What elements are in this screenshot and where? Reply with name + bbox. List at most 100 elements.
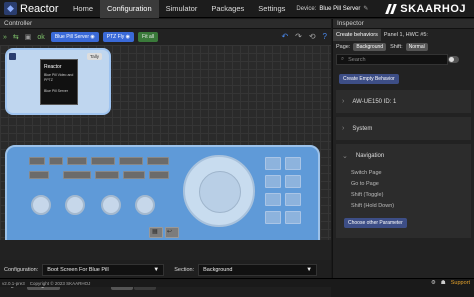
device-name: Blue Pill Server <box>319 5 361 12</box>
copyright: Copyright © 2023 SKAARHOJ <box>29 280 91 286</box>
inspector-shift-pill[interactable]: Normal <box>405 42 428 51</box>
panel-button[interactable] <box>285 157 301 170</box>
chevron-down-icon: ⌄ <box>342 152 348 160</box>
tab-panel-hwc[interactable]: Panel 1, HWC #5: <box>381 32 431 38</box>
panel-key[interactable] <box>29 171 49 179</box>
chevron-down-icon: ▼ <box>153 267 160 273</box>
controller-canvas[interactable]: Tally Reactor Blue Pill Video and PPTZ B… <box>0 45 331 240</box>
user-icon[interactable]: ☗ <box>441 280 446 286</box>
section-navigation-header[interactable]: ⌄ Navigation <box>336 144 471 167</box>
joystick-wheel[interactable] <box>183 155 255 227</box>
panel-button[interactable] <box>265 157 281 170</box>
behavior-search[interactable]: ⌕ Search <box>336 54 459 65</box>
mini-screen: Reactor Blue Pill Video and PPTZ Blue Pi… <box>40 59 78 105</box>
section-navigation-title: Navigation <box>355 152 385 159</box>
link-icon[interactable]: ⇆ <box>13 33 19 41</box>
panel-key[interactable] <box>95 171 119 179</box>
mini-panel-preview[interactable]: Tally Reactor Blue Pill Video and PPTZ B… <box>5 48 111 115</box>
history-icon[interactable]: ⟲ <box>309 32 316 41</box>
section-select[interactable]: Background ▼ <box>198 264 318 276</box>
panel-button[interactable] <box>285 175 301 188</box>
section-aw-ue150-title: AW-UE150 ID: 1 <box>352 98 397 105</box>
nav-packages[interactable]: Packages <box>204 0 251 18</box>
encoder-knob[interactable] <box>101 195 121 215</box>
nav-configuration[interactable]: Configuration <box>100 0 159 18</box>
filter-toggle[interactable] <box>448 56 459 63</box>
grid-icon: ▦ <box>152 229 158 235</box>
encoder-knob[interactable] <box>65 195 85 215</box>
gear-icon[interactable]: ⚙ <box>431 280 436 286</box>
panel-button[interactable] <box>265 175 281 188</box>
panel-key[interactable] <box>49 157 63 165</box>
ptz-fly-button[interactable]: PTZ Fly ◉ <box>102 32 135 42</box>
inspector-page-pill[interactable]: Background <box>353 42 387 51</box>
support-link[interactable]: Support <box>451 280 470 286</box>
panel-button[interactable] <box>285 211 301 224</box>
edit-icon[interactable]: ✎ <box>363 5 368 12</box>
version: v2.0.1-pre3 <box>2 280 25 286</box>
configuration-label: Configuration: <box>4 267 39 273</box>
help-icon[interactable]: ? <box>323 32 327 41</box>
panel-key[interactable] <box>147 157 169 165</box>
device-button[interactable]: Blue Pill Server ◉ <box>50 32 99 42</box>
skaarhoj-symbol-icon <box>385 3 397 15</box>
encoder-knob[interactable] <box>135 195 155 215</box>
ptz-fly-label: PTZ Fly <box>106 34 125 40</box>
panel-key[interactable] <box>29 157 45 165</box>
main-panel-preview[interactable]: ↩ ▦ <box>5 145 320 240</box>
chevron-right-icon: › <box>342 98 345 105</box>
undo-icon[interactable]: ↶ <box>281 32 288 41</box>
section-system[interactable]: › System <box>336 117 471 140</box>
section-aw-ue150[interactable]: › AW-UE150 ID: 1 <box>336 90 471 113</box>
chevron-right-icon: › <box>342 125 345 132</box>
tally-button[interactable]: Tally <box>87 53 103 60</box>
panel-key[interactable] <box>91 157 115 165</box>
panel-button[interactable] <box>285 193 301 206</box>
inspector-panel: Inspector Create behaviors Panel 1, HWC … <box>332 19 474 278</box>
tab-create-behaviors[interactable]: Create behaviors <box>333 29 381 41</box>
nav-settings[interactable]: Settings <box>251 0 292 18</box>
section-value: Background <box>203 267 233 273</box>
create-empty-behavior-button[interactable]: Create Empty Behavior <box>339 74 399 84</box>
brand[interactable]: ◆ Reactor <box>0 2 66 15</box>
panel-key[interactable] <box>67 157 87 165</box>
choose-other-parameter-button[interactable]: Choose other Parameter <box>344 218 407 228</box>
reactor-logo-icon: ◆ <box>4 2 17 15</box>
panel-key[interactable] <box>123 171 145 179</box>
top-bar: ◆ Reactor Home Configuration Simulator P… <box>0 0 474 18</box>
toolbar-right-actions: ↶ ↷ ⟲ ? <box>274 32 327 41</box>
nav-home[interactable]: Home <box>66 0 100 18</box>
fit-all-button[interactable]: Fit all <box>138 32 158 42</box>
panel-button[interactable] <box>265 193 281 206</box>
configuration-value: Boot Screen For Blue Pill <box>47 267 109 273</box>
redo-icon[interactable]: ↷ <box>295 32 302 41</box>
controller-panel: Controller » ⇆ ▣ ok Blue Pill Server ◉ P… <box>0 19 331 297</box>
nav-simulator[interactable]: Simulator <box>159 0 205 18</box>
inspector-tabs: Create behaviors Panel 1, HWC #5: <box>333 29 474 41</box>
app-title: Reactor <box>20 2 59 15</box>
screen-title: Reactor <box>44 64 62 70</box>
panel-key[interactable] <box>119 157 143 165</box>
configuration-select[interactable]: Boot Screen For Blue Pill ▼ <box>42 264 165 276</box>
behavior-go-to-page[interactable]: Go to Page <box>336 178 471 189</box>
behavior-switch-page[interactable]: Switch Page <box>336 167 471 178</box>
section-navigation: ⌄ Navigation Switch Page Go to Page Shif… <box>336 144 471 238</box>
panel-key[interactable] <box>149 171 169 179</box>
display-icon[interactable]: ▣ <box>25 33 32 41</box>
behavior-shift-toggle[interactable]: Shift (Toggle) <box>336 189 471 200</box>
device-button-label: Blue Pill Server <box>54 34 89 40</box>
footer: v2.0.1-pre3 Copyright © 2023 SKAARHOJ ⚙ … <box>0 278 474 287</box>
panel-button[interactable] <box>265 211 281 224</box>
encoder-knob[interactable] <box>31 195 51 215</box>
skaarhoj-wordmark: SKAARHOJ <box>400 2 466 15</box>
panel-key[interactable] <box>63 171 91 179</box>
online-status: ok <box>37 33 45 41</box>
footer-actions: ⚙ ☗ Support <box>426 280 470 286</box>
mini-logo-icon <box>9 53 16 60</box>
configuration-row: Configuration: Boot Screen For Blue Pill… <box>4 264 318 276</box>
device-label: Device: <box>296 5 317 12</box>
behavior-shift-hold[interactable]: Shift (Hold Down) <box>336 200 471 211</box>
expand-icon[interactable]: » <box>3 34 7 41</box>
inspector-header: Inspector <box>333 19 474 29</box>
main-nav: Home Configuration Simulator Packages Se… <box>66 0 292 18</box>
